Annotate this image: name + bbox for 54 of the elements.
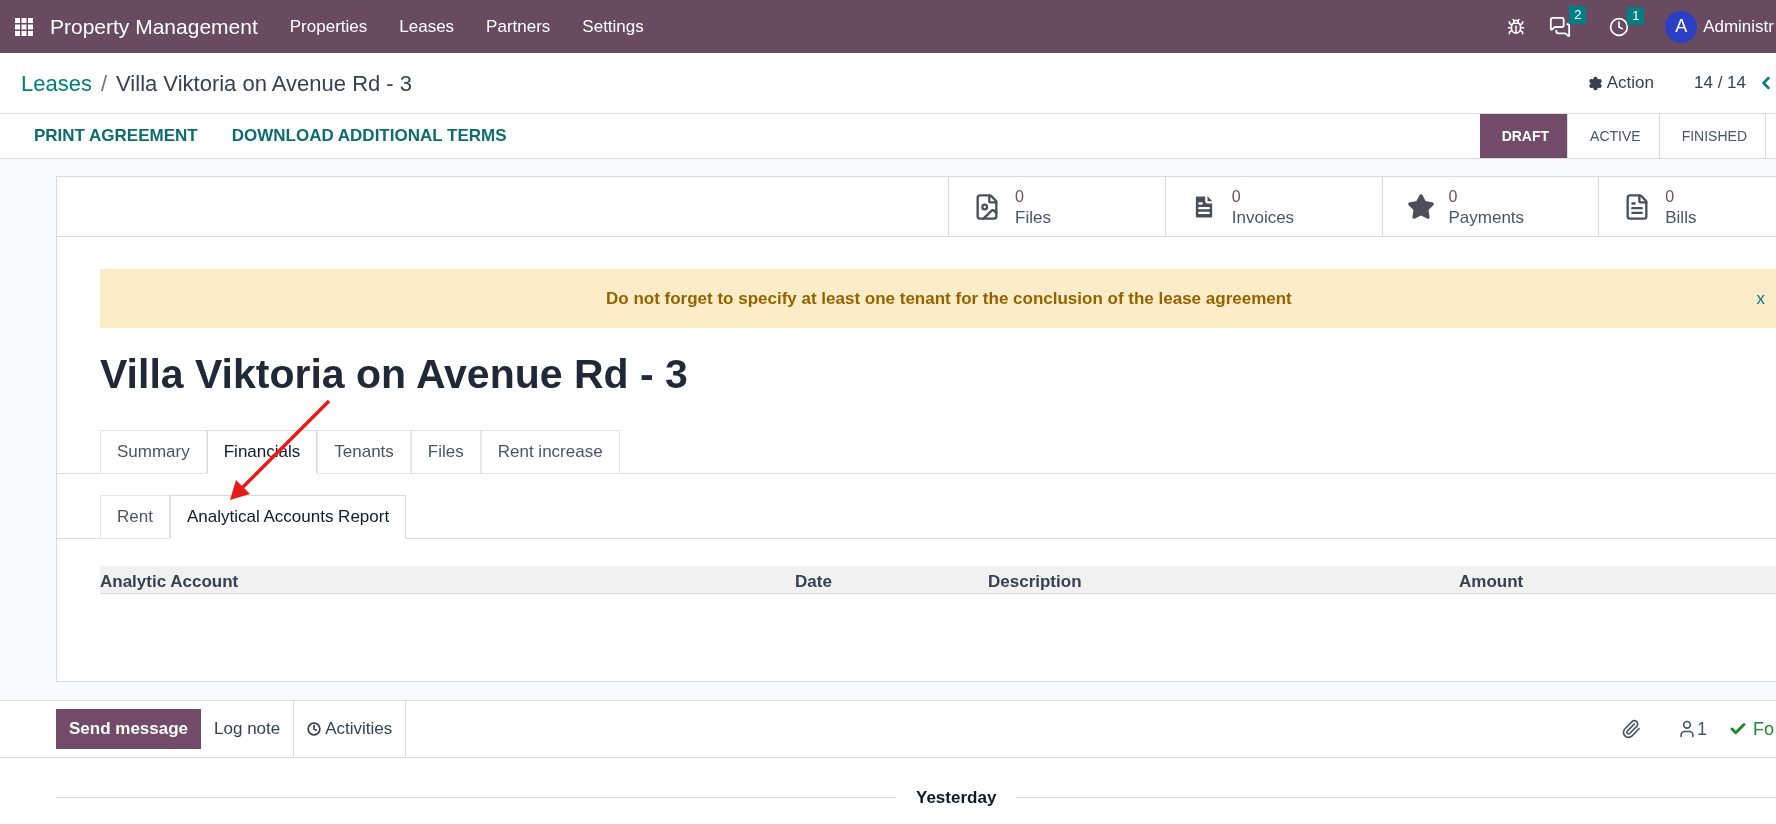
follow-button[interactable]: Fo xyxy=(1729,715,1776,743)
breadcrumb-link[interactable]: Leases xyxy=(21,66,92,100)
menu-item[interactable]: Settings xyxy=(566,13,660,40)
menu-item[interactable]: Leases xyxy=(383,13,471,40)
stat-button[interactable]: 0 Files xyxy=(948,177,1165,236)
menu-item[interactable]: Partners xyxy=(470,13,567,40)
stat-count: 0 xyxy=(1231,186,1242,207)
menu-item[interactable]: Properties xyxy=(273,13,384,40)
star-icon xyxy=(1406,192,1435,221)
column-header[interactable]: Description xyxy=(988,569,1082,595)
stat-button[interactable]: 0 Payments xyxy=(1381,177,1599,236)
user-avatar[interactable]: A xyxy=(1665,10,1698,43)
settings-icon xyxy=(1587,75,1603,91)
form-tab[interactable]: Tenants xyxy=(317,430,411,474)
breadcrumb-separator: / xyxy=(100,69,108,98)
close-button[interactable]: x xyxy=(1756,285,1765,312)
stat-count: 0 xyxy=(1665,186,1676,207)
pager-value[interactable]: 14 / 14 xyxy=(1694,70,1746,96)
form-tab[interactable]: Files xyxy=(410,430,481,474)
stat-count: 0 xyxy=(1015,186,1025,207)
apps-grid-icon[interactable] xyxy=(15,17,33,36)
bug-icon[interactable] xyxy=(1507,17,1526,36)
column-header[interactable]: Analytic Account xyxy=(100,569,239,595)
message-count-badge: 2 xyxy=(1569,5,1587,24)
stat-label: Files xyxy=(1015,206,1051,228)
sub-tab[interactable]: Rent xyxy=(100,495,170,539)
stat-button[interactable]: 0 Bills xyxy=(1598,177,1776,236)
stat-label: Invoices xyxy=(1231,206,1295,228)
alert-message: Do not forget to specify at least one tenant for the conclusion of the lease agreement xyxy=(606,287,1292,310)
user-name[interactable]: Administr xyxy=(1703,13,1776,40)
stat-label: Bills xyxy=(1665,206,1697,228)
sub-tab[interactable]: Analytical Accounts Report xyxy=(169,495,407,539)
header-button[interactable]: PRINT AGREEMENT xyxy=(22,123,210,149)
followers-button[interactable]: 1 xyxy=(1676,715,1707,743)
paperclip-icon[interactable] xyxy=(1620,719,1641,739)
form-tab[interactable]: Summary xyxy=(100,430,207,474)
app-title[interactable]: Property Management xyxy=(50,10,258,43)
column-header[interactable]: Amount xyxy=(1459,569,1524,595)
chatter-button[interactable]: Send message xyxy=(56,709,202,749)
clock-icon xyxy=(307,722,322,736)
action-button[interactable]: Action xyxy=(1587,70,1654,96)
stat-count: 0 xyxy=(1448,186,1459,207)
status-stage[interactable]: DRAFT xyxy=(1479,114,1569,158)
breadcrumb-current: Villa Viktoria on Avenue Rd - 3 xyxy=(116,69,413,98)
clock-icon[interactable] xyxy=(1609,16,1630,37)
stat-button[interactable]: 0 Invoices xyxy=(1164,177,1382,236)
header-button[interactable]: DOWNLOAD ADDITIONAL TERMS xyxy=(219,123,519,149)
date-separator: Yesterday xyxy=(915,787,998,809)
stat-label: Payments xyxy=(1448,206,1525,228)
record-title: Villa Viktoria on Avenue Rd - 3 xyxy=(100,350,689,399)
form-tab[interactable]: Rent increase xyxy=(480,430,620,474)
chat-icon[interactable] xyxy=(1549,15,1572,38)
activity-count-badge: 1 xyxy=(1627,6,1645,25)
column-header[interactable]: Date xyxy=(795,569,832,595)
